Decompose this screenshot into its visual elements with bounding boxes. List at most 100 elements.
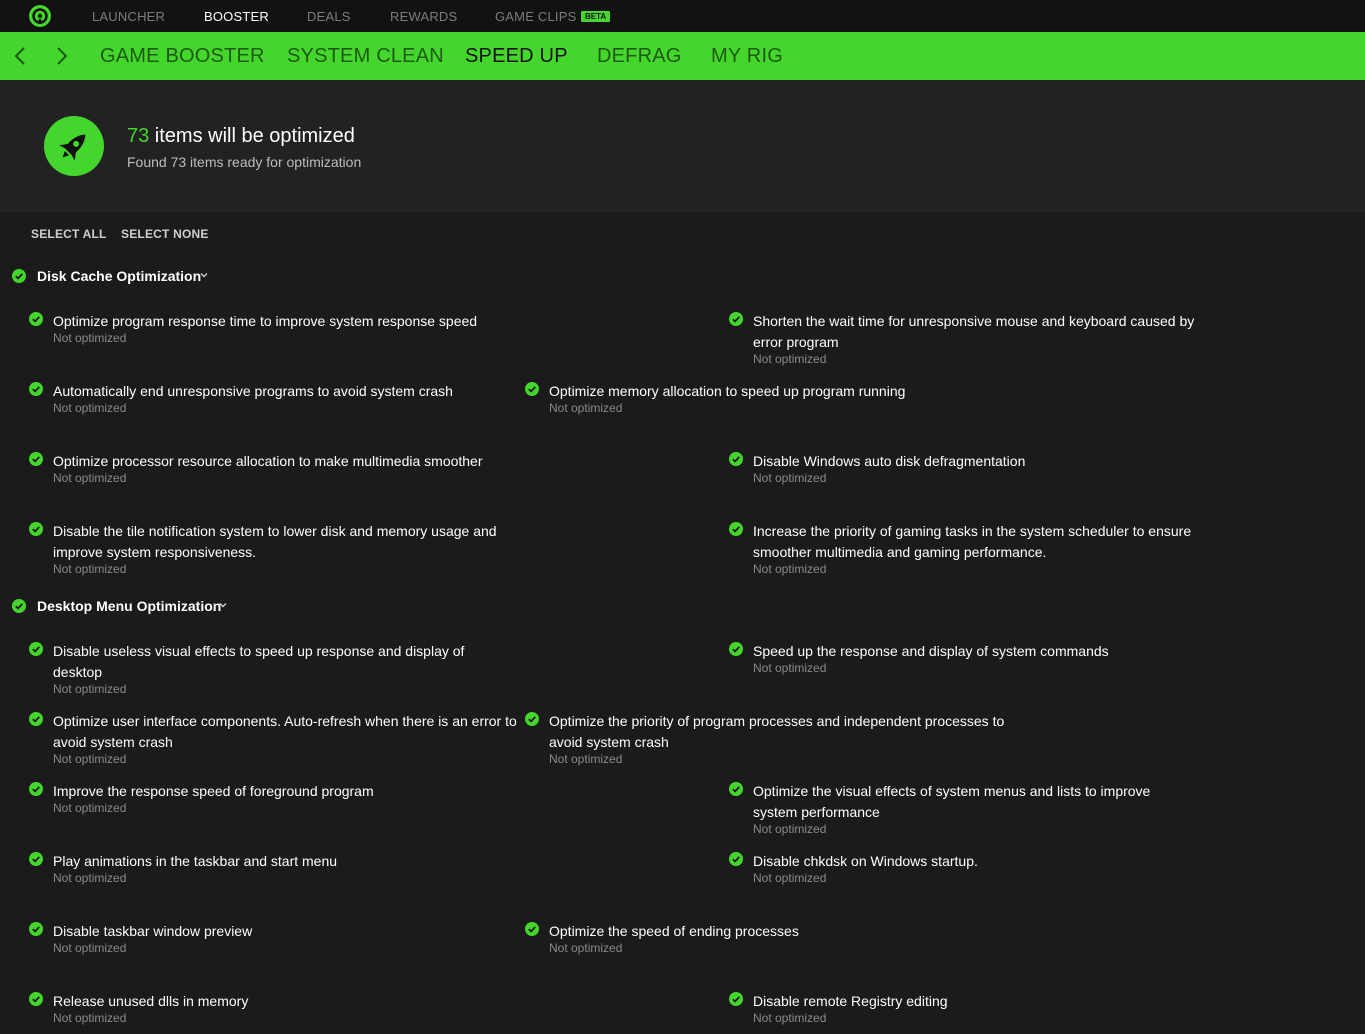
item-status: Not optimized (753, 471, 827, 485)
item-status: Not optimized (53, 1011, 127, 1025)
top-bar: LAUNCHER BOOSTER DEALS REWARDS GAME CLIP… (0, 0, 1365, 32)
item-status: Not optimized (753, 822, 827, 836)
item-label: Optimize program response time to improv… (53, 313, 478, 329)
optimization-item[interactable]: Speed up the response and display of sys… (729, 641, 1229, 684)
item-status: Not optimized (753, 661, 827, 675)
item-label: Play animations in the taskbar and start… (53, 853, 338, 869)
item-check-icon[interactable] (729, 452, 743, 466)
optimization-item[interactable]: Optimize user interface components. Auto… (29, 711, 529, 775)
item-check-icon[interactable] (29, 782, 43, 796)
item-check-icon[interactable] (525, 922, 539, 936)
item-status: Not optimized (53, 871, 127, 885)
item-check-icon[interactable] (29, 452, 43, 466)
item-label: Release unused dlls in memory (53, 993, 249, 1009)
tab-game-booster[interactable]: GAME BOOSTER (100, 45, 265, 68)
item-check-icon[interactable] (29, 312, 43, 326)
item-check-icon[interactable] (729, 992, 743, 1006)
optimization-item[interactable]: Disable taskbar window preview Not optimi… (29, 921, 529, 964)
item-status: Not optimized (549, 752, 623, 766)
item-status: Not optimized (753, 871, 827, 885)
item-check-icon[interactable] (729, 852, 743, 866)
item-status: Not optimized (53, 331, 127, 345)
optimization-item[interactable]: Disable chkdsk on Windows startup. Not op… (729, 851, 1229, 894)
optimization-item[interactable]: Optimize the priority of program process… (525, 711, 1015, 775)
optimization-item[interactable]: Optimize program response time to improv… (29, 311, 529, 354)
item-status: Not optimized (53, 562, 127, 576)
item-label: Optimize the priority of program process… (549, 713, 1005, 750)
tab-speed-up[interactable]: SPEED UP (465, 45, 568, 68)
section-check-icon[interactable] (12, 269, 26, 283)
tab-system-clean[interactable]: SYSTEM CLEAN (287, 45, 444, 68)
item-label: Disable the tile notification system to … (53, 523, 497, 560)
topnav-rewards[interactable]: REWARDS (390, 9, 457, 24)
select-none-button[interactable]: SELECT NONE (121, 227, 209, 241)
forward-arrow-icon[interactable] (52, 46, 70, 66)
optimization-item[interactable]: Optimize the speed of ending processes No… (525, 921, 1025, 964)
item-check-icon[interactable] (729, 782, 743, 796)
item-status: Not optimized (753, 352, 827, 366)
item-check-icon[interactable] (729, 312, 743, 326)
item-status: Not optimized (753, 562, 827, 576)
item-label: Disable taskbar window preview (53, 923, 253, 939)
item-label: Optimize the speed of ending processes (549, 923, 799, 939)
item-check-icon[interactable] (729, 642, 743, 656)
optimization-item[interactable]: Optimize the visual effects of system me… (729, 781, 1189, 845)
item-label: Shorten the wait time for unresponsive m… (753, 313, 1195, 350)
item-status: Not optimized (53, 682, 127, 696)
select-all-button[interactable]: SELECT ALL (31, 227, 107, 241)
optimization-item[interactable]: Automatically end unresponsive programs … (29, 381, 529, 424)
beta-badge: BETA (581, 11, 611, 22)
section-title: Disk Cache Optimization (37, 268, 202, 284)
section-check-icon[interactable] (12, 599, 26, 613)
optimization-item[interactable]: Increase the priority of gaming tasks in… (729, 521, 1229, 585)
item-check-icon[interactable] (29, 922, 43, 936)
item-status: Not optimized (53, 941, 127, 955)
item-status: Not optimized (549, 401, 623, 415)
optimization-item[interactable]: Disable Windows auto disk defragmentatio… (729, 451, 1229, 494)
item-status: Not optimized (53, 401, 127, 415)
optimization-item[interactable]: Improve the response speed of foreground… (29, 781, 529, 824)
item-check-icon[interactable] (29, 382, 43, 396)
item-label: Disable remote Registry editing (753, 993, 948, 1009)
section-title: Desktop Menu Optimization (37, 598, 222, 614)
optimization-item[interactable]: Disable useless visual effects to speed … (29, 641, 519, 705)
item-label: Increase the priority of gaming tasks in… (753, 523, 1192, 560)
item-label: Speed up the response and display of sys… (753, 643, 1109, 659)
optimization-item[interactable]: Shorten the wait time for unresponsive m… (729, 311, 1229, 375)
optimization-item[interactable]: Disable remote Registry editing Not optim… (729, 991, 1229, 1034)
title-suffix: items will be optimized (149, 125, 355, 147)
item-check-icon[interactable] (525, 382, 539, 396)
sub-nav: GAME BOOSTER SYSTEM CLEAN SPEED UP DEFRA… (0, 32, 1365, 80)
chevron-down-icon[interactable] (219, 602, 227, 608)
tab-defrag[interactable]: DEFRAG (597, 45, 682, 68)
optimization-item[interactable]: Play animations in the taskbar and start… (29, 851, 529, 894)
item-label: Disable Windows auto disk defragmentatio… (753, 453, 1026, 469)
item-status: Not optimized (753, 1011, 827, 1025)
item-label: Disable useless visual effects to speed … (53, 643, 465, 680)
summary-header: 73 items will be optimized Found 73 item… (0, 80, 1365, 212)
topnav-booster[interactable]: BOOSTER (204, 9, 269, 24)
topnav-launcher[interactable]: LAUNCHER (92, 9, 165, 24)
optimization-item[interactable]: Disable the tile notification system to … (29, 521, 529, 585)
optimization-item[interactable]: Optimize memory allocation to speed up p… (525, 381, 1025, 424)
item-label: Disable chkdsk on Windows startup. (753, 853, 978, 869)
item-check-icon[interactable] (29, 852, 43, 866)
rocket-icon (44, 116, 104, 176)
chevron-down-icon[interactable] (200, 272, 208, 278)
item-check-icon[interactable] (729, 522, 743, 536)
item-check-icon[interactable] (29, 992, 43, 1006)
topnav-deals[interactable]: DEALS (307, 9, 351, 24)
optimization-item[interactable]: Release unused dlls in memory Not optimiz… (29, 991, 529, 1034)
optimization-item[interactable]: Optimize processor resource allocation t… (29, 451, 529, 494)
app-logo-icon[interactable] (28, 4, 52, 28)
item-label: Optimize the visual effects of system me… (753, 783, 1151, 820)
item-check-icon[interactable] (525, 712, 539, 726)
back-arrow-icon[interactable] (12, 46, 30, 66)
item-label: Automatically end unresponsive programs … (53, 383, 453, 399)
item-check-icon[interactable] (29, 522, 43, 536)
topnav-game-clips[interactable]: GAME CLIPS (495, 9, 576, 24)
tab-my-rig[interactable]: MY RIG (711, 45, 783, 68)
item-label: Improve the response speed of foreground… (53, 783, 374, 799)
item-check-icon[interactable] (29, 712, 43, 726)
item-check-icon[interactable] (29, 642, 43, 656)
